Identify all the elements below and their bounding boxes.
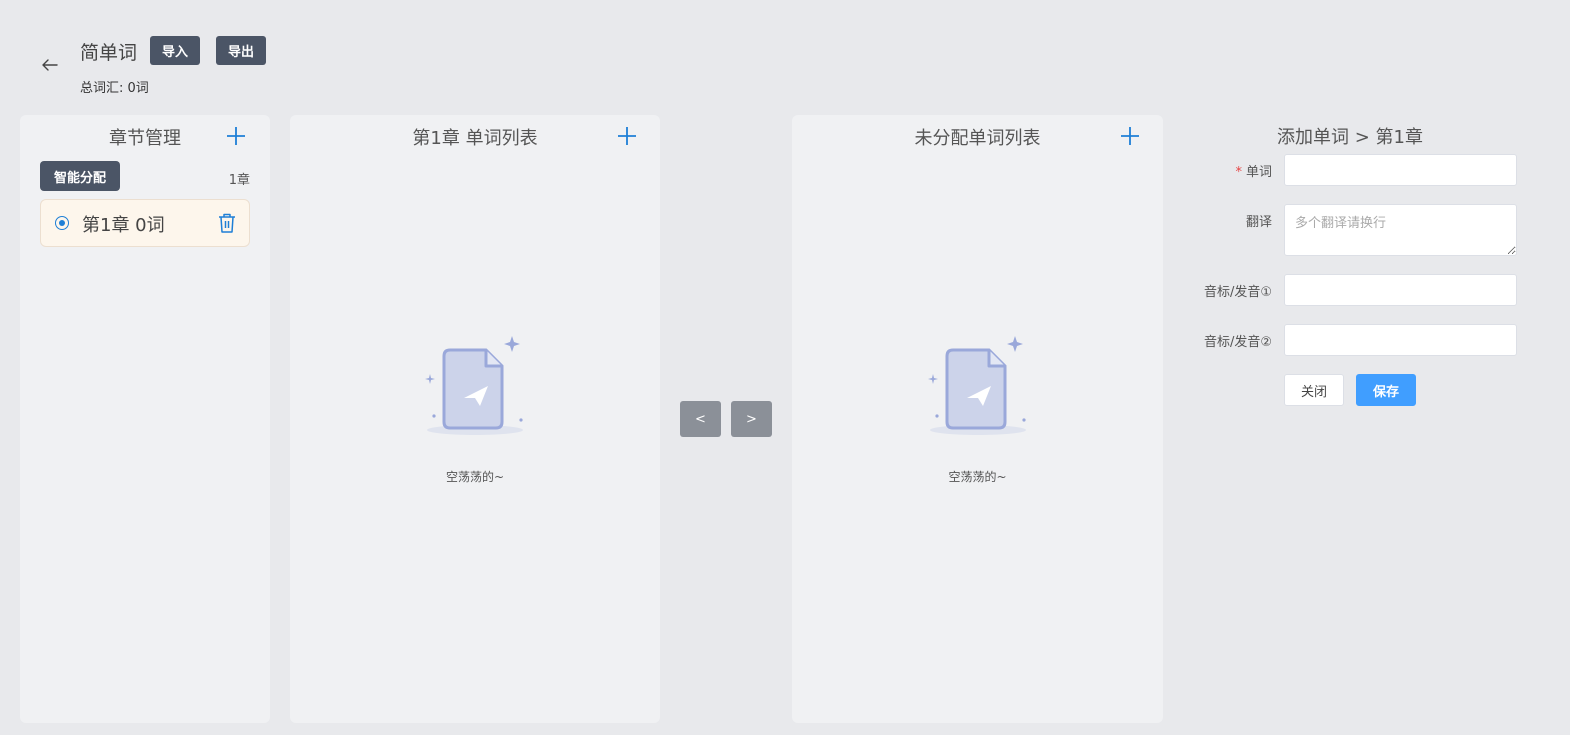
empty-text: 空荡荡的~: [948, 470, 1007, 484]
phonetic1-input[interactable]: [1284, 274, 1517, 306]
import-button[interactable]: 导入: [150, 36, 201, 65]
unassigned-word-list-panel: 未分配单词列表 空荡荡的~: [792, 115, 1163, 723]
export-button[interactable]: 导出: [216, 36, 267, 65]
chapter-count: 1章: [228, 173, 250, 188]
chapter-item-label: 第1章 0词: [82, 215, 165, 236]
empty-state: 空荡荡的~: [290, 330, 660, 485]
add-word-plus-icon[interactable]: [616, 125, 638, 147]
add-word-form-title: 添加单词 > 第1章: [1277, 127, 1423, 148]
total-vocab-count: 总词汇: 0词: [80, 81, 149, 96]
move-right-button[interactable]: >: [731, 401, 772, 437]
empty-text: 空荡荡的~: [445, 470, 505, 484]
back-arrow-icon[interactable]: [40, 55, 60, 75]
phonetic2-label: 音标/发音②: [1203, 335, 1272, 350]
add-unassigned-word-plus-icon[interactable]: [1119, 125, 1141, 147]
chapter-management-panel: 章节管理 智能分配 1章 第1章 0词: [20, 115, 270, 723]
word-label: * 单词: [1235, 161, 1272, 180]
phonetic2-input[interactable]: [1284, 324, 1517, 356]
chapter-list-item[interactable]: 第1章 0词: [40, 199, 250, 247]
phonetic1-label: 音标/发音①: [1203, 285, 1272, 300]
close-button[interactable]: 关闭: [1284, 374, 1344, 406]
translation-textarea[interactable]: [1284, 204, 1517, 256]
chapter-word-list-panel: 第1章 单词列表 空荡荡的~: [290, 115, 660, 723]
page-title: 简单词: [80, 42, 138, 64]
word-label-text: 单词: [1245, 165, 1272, 180]
move-left-button[interactable]: <: [680, 401, 721, 437]
smart-assign-button[interactable]: 智能分配: [40, 161, 121, 191]
radio-selected-icon[interactable]: [55, 216, 69, 230]
empty-document-icon: [927, 336, 1026, 435]
chapter-word-list-title: 第1章 单词列表: [412, 128, 538, 149]
required-mark: *: [1235, 165, 1242, 180]
translation-label: 翻译: [1245, 215, 1272, 230]
trash-icon[interactable]: [217, 212, 237, 234]
empty-document-icon: [425, 336, 523, 435]
word-input[interactable]: [1284, 154, 1517, 186]
save-button[interactable]: 保存: [1356, 374, 1416, 406]
add-chapter-plus-icon[interactable]: [225, 125, 247, 147]
empty-state: 空荡荡的~: [792, 330, 1163, 485]
unassigned-word-list-title: 未分配单词列表: [914, 128, 1041, 149]
